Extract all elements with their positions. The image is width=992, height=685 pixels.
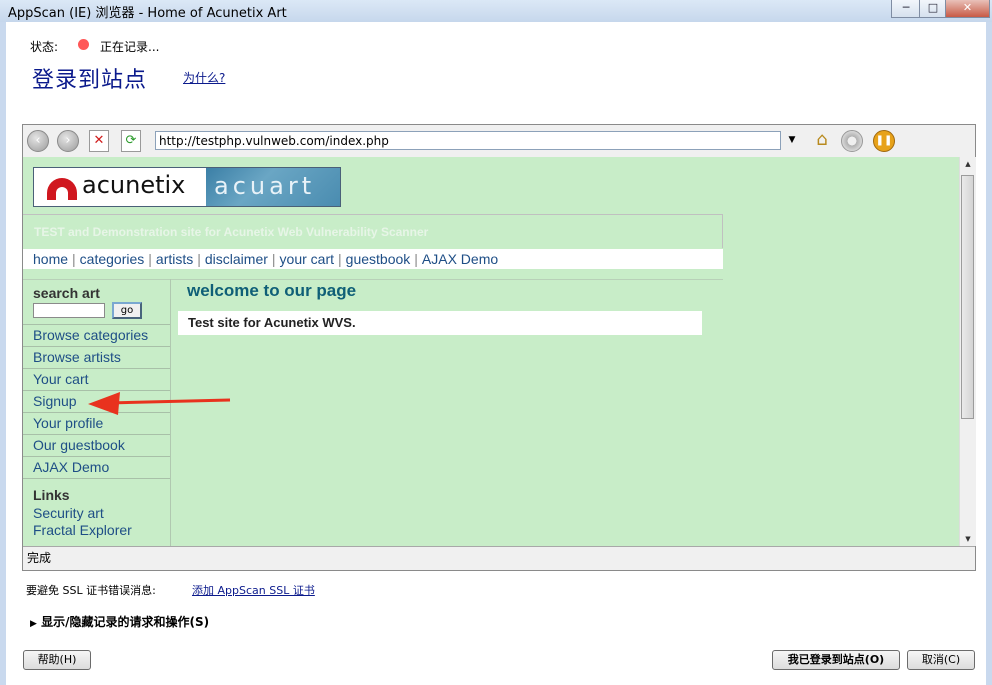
- annotation-arrow-icon: [88, 392, 231, 415]
- site-tagline: TEST and Demonstration site for Acunetix…: [23, 214, 723, 248]
- toggle-recorded-requests[interactable]: ▶ 显示/隐藏记录的请求和操作(S): [30, 613, 209, 630]
- acunetix-mark-icon: [47, 178, 77, 200]
- nav-ajax-demo[interactable]: AJAX Demo: [422, 251, 498, 267]
- content-box: Test site for Acunetix WVS.: [178, 311, 702, 335]
- logo-text-right: acuart: [214, 172, 316, 200]
- toggle-label: 显示/隐藏记录的请求和操作(S): [41, 615, 210, 629]
- nav-home[interactable]: home: [33, 251, 68, 267]
- link-fractal-explorer[interactable]: Fractal Explorer: [33, 522, 132, 539]
- scroll-up-icon[interactable]: ▲: [960, 157, 976, 171]
- go-button[interactable]: go: [112, 302, 142, 319]
- refresh-icon[interactable]: ⟳: [121, 130, 141, 152]
- recording-indicator-icon: [78, 39, 89, 50]
- add-ssl-cert-link[interactable]: 添加 AppScan SSL 证书: [192, 582, 315, 598]
- maximize-button[interactable]: □: [919, 0, 947, 18]
- site-nav: home | categories | artists | disclaimer | your …: [23, 249, 723, 269]
- logged-in-button[interactable]: 我已登录到站点(O): [772, 650, 900, 670]
- acuart-logo: acuart: [206, 168, 340, 206]
- help-button[interactable]: 帮助(H): [23, 650, 91, 670]
- window-title: AppScan (IE) 浏览器 - Home of Acunetix Art: [8, 6, 287, 21]
- menu-our-guestbook[interactable]: Our guestbook: [23, 434, 170, 456]
- nav-artists[interactable]: artists: [156, 251, 193, 267]
- welcome-heading: welcome to our page: [187, 281, 357, 300]
- title-bar: AppScan (IE) 浏览器 - Home of Acunetix Art …: [0, 0, 992, 23]
- search-label: search art: [33, 285, 100, 301]
- logo-text-left: acunetix: [82, 171, 186, 199]
- home-icon[interactable]: ⌂: [811, 129, 833, 151]
- expand-arrow-icon: ▶: [30, 619, 37, 629]
- menu-browse-categories[interactable]: Browse categories: [23, 324, 170, 346]
- links-heading: Links: [33, 487, 70, 503]
- nav-guestbook[interactable]: guestbook: [346, 251, 411, 267]
- minimize-button[interactable]: ─: [891, 0, 921, 18]
- pause-icon[interactable]: ❚❚: [873, 130, 895, 152]
- embedded-browser: ‹ › ✕ ⟳ http://testphp.vulnweb.com/index…: [22, 124, 976, 571]
- browser-viewport: acunetix acuart TEST and Demonstration s…: [23, 157, 959, 546]
- status-value: 正在记录...: [100, 40, 160, 54]
- cancel-button[interactable]: 取消(C): [907, 650, 975, 670]
- status-label: 状态:: [30, 40, 59, 54]
- browser-toolbar: ‹ › ✕ ⟳ http://testphp.vulnweb.com/index…: [23, 125, 975, 157]
- window-frame-right: [986, 22, 992, 685]
- stop-icon[interactable]: ✕: [89, 130, 109, 152]
- links-section: Links Security art Fractal Explorer: [33, 487, 132, 539]
- stop-record-icon[interactable]: [841, 130, 863, 152]
- acunetix-logo: acunetix: [34, 168, 206, 206]
- scroll-down-icon[interactable]: ▼: [960, 532, 976, 546]
- back-icon[interactable]: ‹: [27, 130, 49, 152]
- link-security-art[interactable]: Security art: [33, 505, 132, 522]
- site-logo[interactable]: acunetix acuart: [33, 167, 341, 207]
- close-button[interactable]: ✕: [945, 0, 990, 18]
- address-bar[interactable]: http://testphp.vulnweb.com/index.php: [155, 131, 781, 150]
- browser-status-bar: 完成: [23, 546, 975, 569]
- ssl-label: 要避免 SSL 证书错误消息:: [26, 584, 156, 597]
- why-link[interactable]: 为什么?: [183, 69, 225, 86]
- nav-categories[interactable]: categories: [80, 251, 145, 267]
- address-dropdown-icon[interactable]: ▼: [786, 131, 798, 150]
- scroll-thumb[interactable]: [961, 175, 974, 419]
- nav-your-cart[interactable]: your cart: [280, 251, 334, 267]
- forward-icon[interactable]: ›: [57, 130, 79, 152]
- page-title: 登录到站点: [32, 68, 148, 93]
- vertical-scrollbar[interactable]: ▲ ▼: [959, 157, 976, 546]
- nav-disclaimer[interactable]: disclaimer: [205, 251, 268, 267]
- dialog-content: 状态: 正在记录... 登录到站点 为什么? ‹ › ✕ ⟳ http://te…: [6, 22, 986, 685]
- menu-ajax-demo[interactable]: AJAX Demo: [23, 456, 170, 479]
- search-input[interactable]: [33, 303, 105, 318]
- menu-browse-artists[interactable]: Browse artists: [23, 346, 170, 368]
